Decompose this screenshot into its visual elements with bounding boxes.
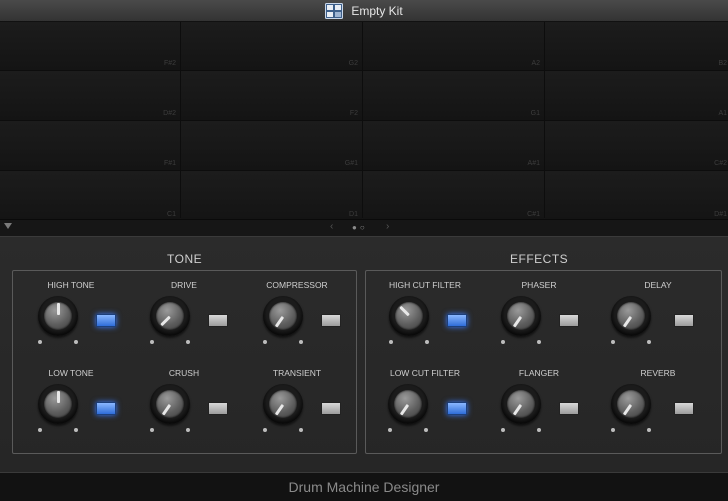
control-label: HIGH CUT FILTER — [389, 280, 461, 290]
pad-note-label: F#2 — [163, 60, 176, 67]
tone-section: HIGH TONE DRIVE COMPRESSOR LOW TONE CRUS… — [12, 270, 357, 454]
pad-note-label: G#1 — [344, 160, 358, 167]
low-cut-filter-knob[interactable] — [388, 384, 428, 432]
control-reverb: REVERB — [603, 368, 713, 448]
flanger-toggle[interactable] — [559, 402, 579, 415]
pad-note-label: A2 — [531, 60, 540, 67]
control-label: FLANGER — [518, 368, 560, 378]
control-label: CRUSH — [168, 368, 200, 378]
compressor-toggle[interactable] — [321, 314, 341, 327]
pad-note-label: D1 — [349, 211, 358, 218]
plugin-name-footer: Drum Machine Designer — [0, 472, 728, 501]
pad-note-label: A1 — [718, 110, 727, 117]
low-tone-knob[interactable] — [38, 384, 78, 432]
control-drive: DRIVE — [129, 280, 239, 360]
flanger-knob[interactable] — [501, 384, 541, 432]
high-cut-filter-knob[interactable] — [389, 296, 429, 344]
control-crush: CRUSH — [129, 368, 239, 448]
control-label: COMPRESSOR — [266, 280, 328, 290]
control-label: LOW CUT FILTER — [389, 368, 461, 378]
reverb-knob[interactable] — [611, 384, 651, 432]
control-compressor: COMPRESSOR — [242, 280, 352, 360]
drum-pad[interactable]: C#1 — [363, 171, 544, 221]
control-label: REVERB — [640, 368, 676, 378]
drum-pad[interactable]: G#1 — [181, 121, 362, 170]
control-delay: DELAY — [603, 280, 713, 360]
control-flanger: FLANGER — [484, 368, 594, 448]
drum-pad[interactable]: F#2 — [0, 22, 180, 70]
control-label: PHASER — [521, 280, 557, 290]
pad-note-label: A#1 — [527, 160, 540, 167]
transient-toggle[interactable] — [321, 402, 341, 415]
effects-section-title: EFFECTS — [510, 252, 569, 266]
chevron-right-icon[interactable]: › — [386, 221, 389, 232]
control-low-tone: LOW TONE — [16, 368, 126, 448]
compressor-knob[interactable] — [263, 296, 303, 344]
drum-pad[interactable]: B2 — [545, 22, 728, 70]
pad-note-label: G2 — [348, 60, 358, 67]
delay-toggle[interactable] — [674, 314, 694, 327]
delay-knob[interactable] — [611, 296, 651, 344]
window-title: Empty Kit — [351, 3, 403, 18]
phaser-knob[interactable] — [501, 296, 541, 344]
drum-pad[interactable]: A#1 — [363, 121, 544, 170]
drum-pad[interactable]: D#1 — [545, 171, 728, 221]
reverb-toggle[interactable] — [674, 402, 694, 415]
control-label: DRIVE — [171, 280, 197, 290]
control-high-cut-filter: HIGH CUT FILTER — [366, 280, 484, 360]
controls-panel: TONE HIGH TONE DRIVE COMPRESSOR LOW TONE… — [0, 236, 728, 473]
crush-knob[interactable] — [150, 384, 190, 432]
pad-note-label: B2 — [718, 60, 727, 67]
control-transient: TRANSIENT — [242, 368, 352, 448]
pad-note-label: C#1 — [527, 211, 540, 218]
control-label: LOW TONE — [48, 368, 94, 378]
crush-toggle[interactable] — [208, 402, 228, 415]
drum-pad[interactable]: F#1 — [0, 121, 180, 170]
control-phaser: PHASER — [484, 280, 594, 360]
drive-knob[interactable] — [150, 296, 190, 344]
drum-pad[interactable]: C1 — [0, 171, 180, 221]
control-label: TRANSIENT — [272, 368, 322, 378]
high-tone-knob[interactable] — [38, 296, 78, 344]
control-high-tone: HIGH TONE — [16, 280, 126, 360]
control-low-cut-filter: LOW CUT FILTER — [366, 368, 484, 448]
control-label: DELAY — [644, 280, 672, 290]
pad-note-label: D#2 — [163, 110, 176, 117]
pad-note-label: G1 — [530, 110, 540, 117]
effects-section: HIGH CUT FILTER PHASER DELAY LOW CUT FIL… — [365, 270, 722, 454]
drum-pad[interactable]: D#2 — [0, 71, 180, 120]
collapse-triangle-icon[interactable] — [4, 223, 12, 229]
chevron-left-icon[interactable]: ‹ — [330, 221, 333, 232]
drum-pad[interactable]: G1 — [363, 71, 544, 120]
pad-note-label: F#1 — [163, 160, 176, 167]
pad-note-label: D#1 — [714, 211, 727, 218]
drum-pad[interactable]: A1 — [545, 71, 728, 120]
low-tone-toggle[interactable] — [96, 402, 116, 415]
pad-pager-bar: ‹ ●○ › — [0, 219, 728, 236]
drum-kit-icon — [325, 2, 344, 19]
drum-pad[interactable]: D1 — [181, 171, 362, 221]
low-cut-filter-toggle[interactable] — [447, 402, 467, 415]
drum-pad[interactable]: A2 — [363, 22, 544, 70]
phaser-toggle[interactable] — [559, 314, 579, 327]
high-cut-filter-toggle[interactable] — [447, 314, 467, 327]
drum-pad[interactable]: C#2 — [545, 121, 728, 170]
control-label: HIGH TONE — [47, 280, 95, 290]
drum-pad[interactable]: G2 — [181, 22, 362, 70]
pad-note-label: C#2 — [714, 160, 727, 167]
transient-knob[interactable] — [263, 384, 303, 432]
page-indicator-dots[interactable]: ●○ — [352, 223, 368, 232]
pad-note-label: F2 — [349, 110, 358, 117]
tone-section-title: TONE — [167, 252, 203, 266]
pad-note-label: C1 — [167, 211, 176, 218]
high-tone-toggle[interactable] — [96, 314, 116, 327]
drum-pad-grid: F#2 G2 A2 B2 D#2 F2 G1 A1 F#1 G#1 A#1 C#… — [0, 22, 728, 221]
title-bar: Empty Kit — [0, 0, 728, 22]
drive-toggle[interactable] — [208, 314, 228, 327]
drum-pad[interactable]: F2 — [181, 71, 362, 120]
